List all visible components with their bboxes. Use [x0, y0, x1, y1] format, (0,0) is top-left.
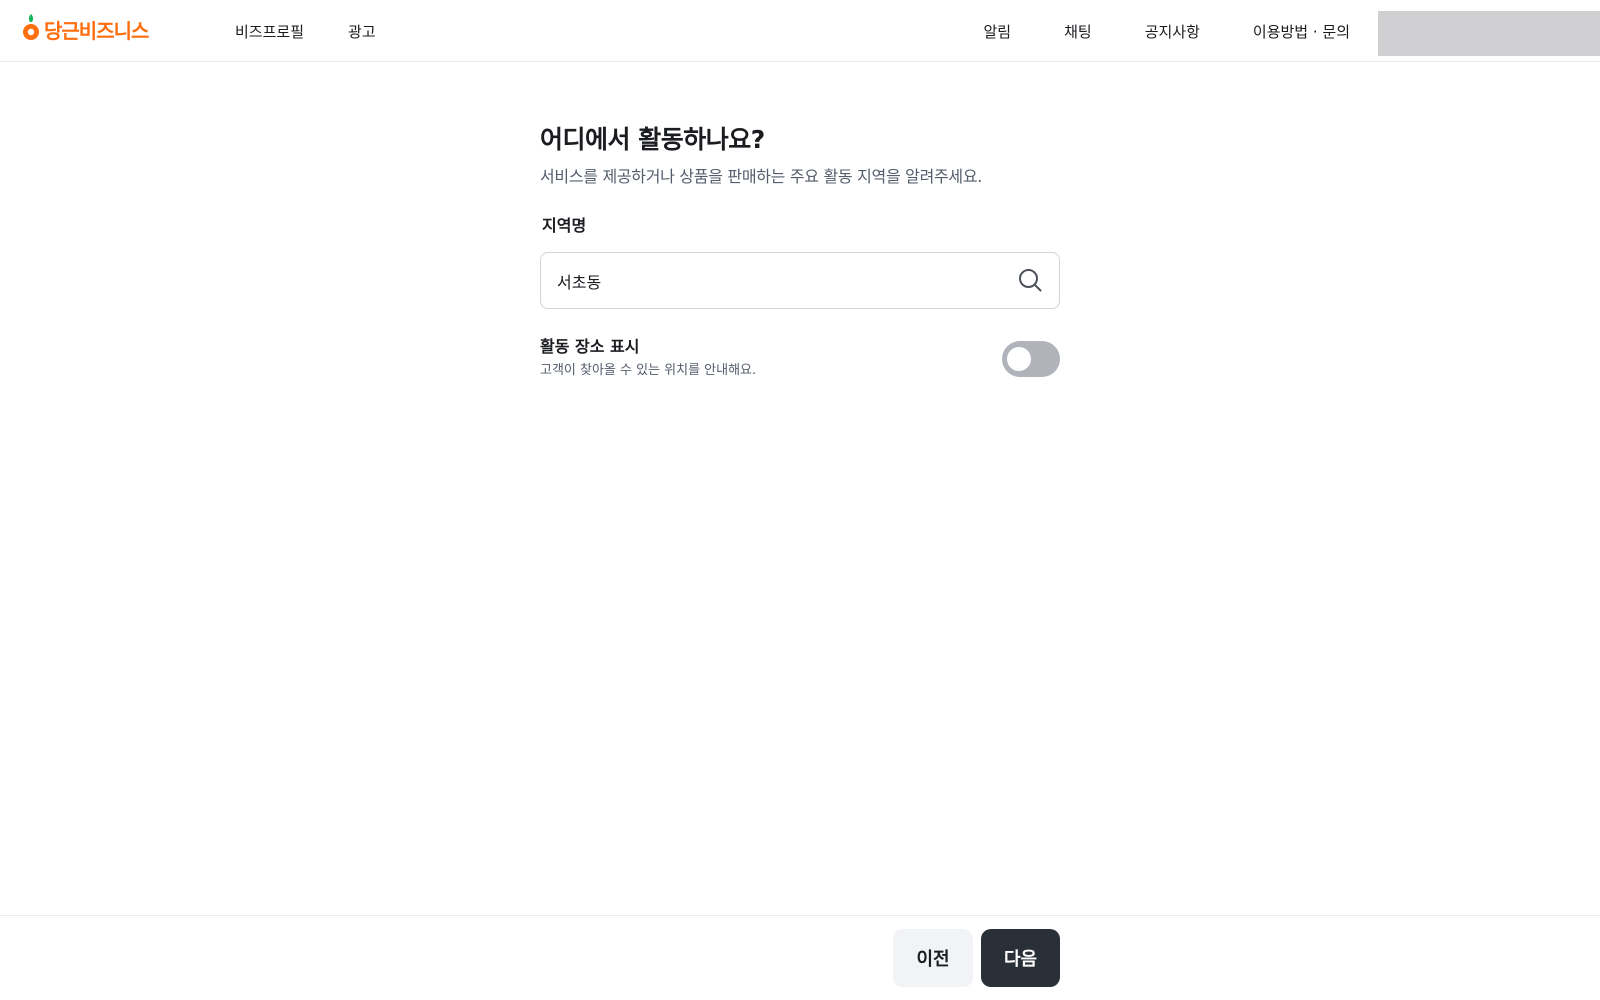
nav-item-bizprofile[interactable]: 비즈프로필 [235, 21, 304, 42]
top-navigation-bar: 당근비즈니스 비즈프로필 광고 알림 채팅 공지사항 이용방법 · 문의 [0, 0, 1600, 62]
nav-item-help[interactable]: 이용방법 · 문의 [1253, 21, 1350, 42]
nav-item-ads[interactable]: 광고 [348, 21, 376, 42]
brand-logo[interactable]: 당근비즈니스 [22, 12, 149, 46]
region-search-box [540, 252, 1060, 309]
nav-item-chat[interactable]: 채팅 [1064, 21, 1092, 42]
region-search-input[interactable] [557, 253, 997, 308]
nav-item-notices[interactable]: 공지사항 [1145, 21, 1200, 42]
region-field-label: 지역명 [542, 216, 587, 235]
form-footer: 이전 다음 [0, 915, 1600, 1000]
search-icon[interactable] [1017, 267, 1043, 293]
location-display-toggle[interactable] [1002, 341, 1060, 377]
prev-button[interactable]: 이전 [893, 929, 973, 987]
next-button[interactable]: 다음 [981, 929, 1060, 987]
location-display-row: 활동 장소 표시 고객이 찾아올 수 있는 위치를 안내해요. [540, 335, 1060, 383]
location-display-description: 고객이 찾아올 수 있는 위치를 안내해요. [540, 363, 757, 378]
primary-nav: 비즈프로필 광고 [235, 0, 376, 62]
region-setup-form: 어디에서 활동하나요? 서비스를 제공하거나 상품을 판매하는 주요 활동 지역… [540, 120, 1060, 383]
account-menu-redacted[interactable] [1378, 11, 1600, 56]
nav-item-notifications[interactable]: 알림 [983, 21, 1011, 42]
carrot-icon [23, 14, 39, 40]
page-subtitle: 서비스를 제공하거나 상품을 판매하는 주요 활동 지역을 알려주세요. [540, 167, 983, 186]
location-display-title: 활동 장소 표시 [540, 337, 640, 356]
toggle-knob [1007, 347, 1031, 371]
secondary-nav: 알림 채팅 공지사항 이용방법 · 문의 [983, 0, 1350, 62]
brand-name: 당근비즈니스 [44, 18, 149, 43]
page-title: 어디에서 활동하나요? [540, 125, 765, 154]
